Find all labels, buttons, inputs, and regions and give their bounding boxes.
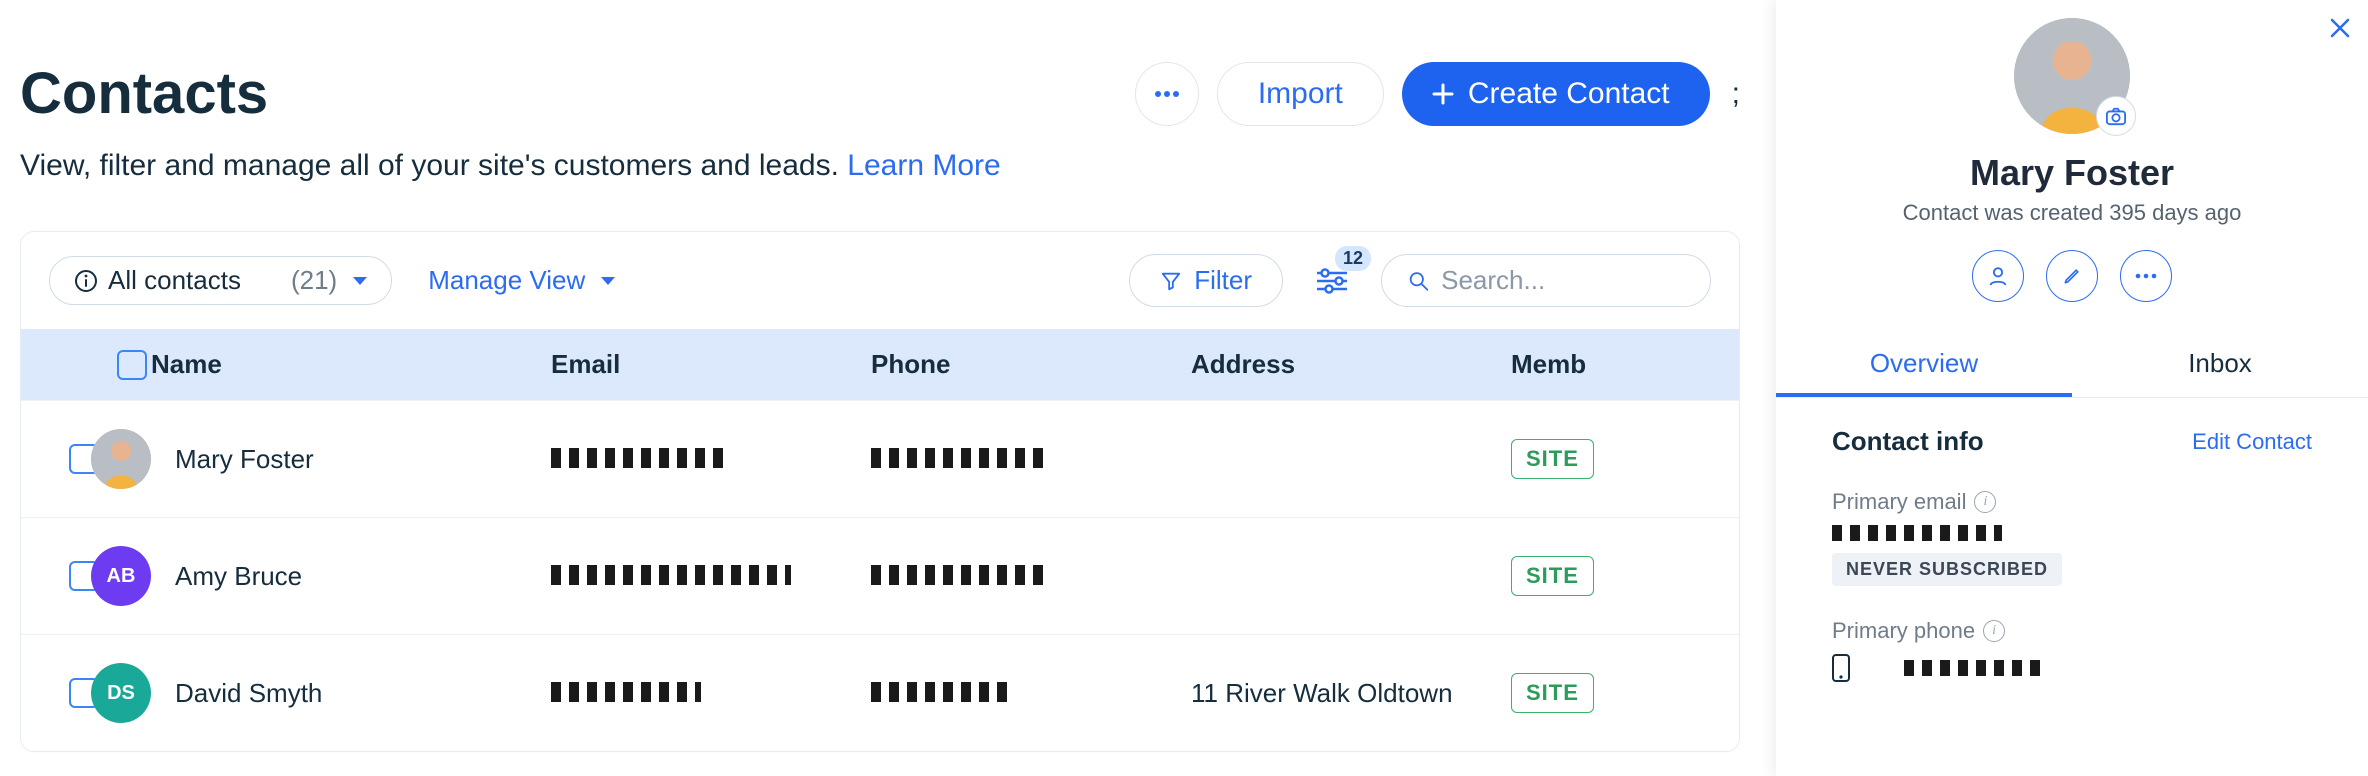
redacted-email xyxy=(1832,525,2002,541)
contact-info-heading: Contact info xyxy=(1832,426,1984,457)
user-icon xyxy=(1987,265,2009,287)
row-name: David Smyth xyxy=(175,678,322,709)
change-photo-button[interactable] xyxy=(2096,96,2136,136)
redacted-email xyxy=(551,565,791,585)
panel-contact-name: Mary Foster xyxy=(1776,152,2368,194)
select-all-checkbox[interactable] xyxy=(117,350,147,380)
contact-panel: Mary Foster Contact was created 395 days… xyxy=(1776,0,2368,776)
redacted-phone xyxy=(871,448,1051,468)
avatar: DS xyxy=(91,663,151,723)
sliders-icon xyxy=(1317,268,1347,294)
manage-view-link[interactable]: Manage View xyxy=(428,265,615,296)
create-contact-button[interactable]: Create Contact xyxy=(1402,62,1710,126)
close-panel-button[interactable] xyxy=(2322,10,2358,46)
view-selector[interactable]: All contacts (21) xyxy=(49,256,392,305)
ellipsis-icon xyxy=(1154,90,1180,98)
edit-contact-link[interactable]: Edit Contact xyxy=(2192,429,2312,455)
table-row[interactable]: DS David Smyth 11 River Walk Oldtown SIT… xyxy=(21,634,1739,751)
redacted-email xyxy=(551,682,701,702)
camera-icon xyxy=(2105,106,2127,126)
redacted-phone xyxy=(1904,660,2044,676)
filter-button[interactable]: Filter xyxy=(1129,254,1283,307)
view-profile-button[interactable] xyxy=(1972,250,2024,302)
member-badge: SITE xyxy=(1511,673,1594,713)
pencil-icon xyxy=(2062,266,2082,286)
funnel-icon xyxy=(1160,270,1182,292)
page-title: Contacts xyxy=(20,60,268,127)
chevron-down-icon xyxy=(353,277,367,285)
tab-inbox[interactable]: Inbox xyxy=(2072,334,2368,397)
edit-button[interactable] xyxy=(2046,250,2098,302)
learn-more-link[interactable]: Learn More xyxy=(847,149,1000,182)
search-box[interactable] xyxy=(1381,254,1711,307)
ellipsis-icon xyxy=(2135,273,2157,279)
view-label: All contacts xyxy=(108,265,241,296)
view-count: (21) xyxy=(291,265,337,296)
phone-icon xyxy=(1832,654,1850,682)
col-phone: Phone xyxy=(871,349,1191,380)
create-contact-label: Create Contact xyxy=(1468,77,1670,111)
more-actions-button[interactable] xyxy=(1135,62,1199,126)
redacted-phone xyxy=(871,565,1051,585)
member-badge: SITE xyxy=(1511,439,1594,479)
panel-subtitle: Contact was created 395 days ago xyxy=(1776,200,2368,226)
subscription-status-tag: NEVER SUBSCRIBED xyxy=(1832,553,2062,586)
col-email: Email xyxy=(551,349,871,380)
avatar xyxy=(91,429,151,489)
redacted-email xyxy=(551,448,731,468)
row-address: 11 River Walk Oldtown xyxy=(1191,678,1511,709)
columns-count-badge: 12 xyxy=(1335,246,1371,271)
page-subtitle: View, filter and manage all of your site… xyxy=(20,149,1740,183)
col-name: Name xyxy=(151,349,551,380)
primary-phone-label: Primary phone i xyxy=(1832,618,2312,644)
avatar: AB xyxy=(91,546,151,606)
info-icon xyxy=(74,269,98,293)
columns-settings-button[interactable]: 12 xyxy=(1307,256,1357,306)
plus-icon xyxy=(1432,83,1454,105)
trailing-text: ; xyxy=(1732,77,1740,111)
person-icon xyxy=(91,429,151,489)
close-icon xyxy=(2329,17,2351,39)
tab-overview[interactable]: Overview xyxy=(1776,334,2072,397)
primary-email-label: Primary email i xyxy=(1832,489,2312,515)
search-input[interactable] xyxy=(1441,265,1684,296)
col-member: Memb xyxy=(1511,349,1739,380)
info-icon: i xyxy=(1983,620,2005,642)
col-address: Address xyxy=(1191,349,1511,380)
import-button[interactable]: Import xyxy=(1217,62,1384,126)
panel-more-button[interactable] xyxy=(2120,250,2172,302)
redacted-phone xyxy=(871,682,1011,702)
info-icon: i xyxy=(1974,491,1996,513)
chevron-down-icon xyxy=(601,277,615,285)
member-badge: SITE xyxy=(1511,556,1594,596)
table-row[interactable]: AB Amy Bruce SITE xyxy=(21,517,1739,634)
table-row[interactable]: Mary Foster SITE xyxy=(21,400,1739,517)
table-header: Name Email Phone Address Memb xyxy=(21,329,1739,400)
row-name: Amy Bruce xyxy=(175,561,302,592)
search-icon xyxy=(1408,269,1429,293)
row-name: Mary Foster xyxy=(175,444,314,475)
